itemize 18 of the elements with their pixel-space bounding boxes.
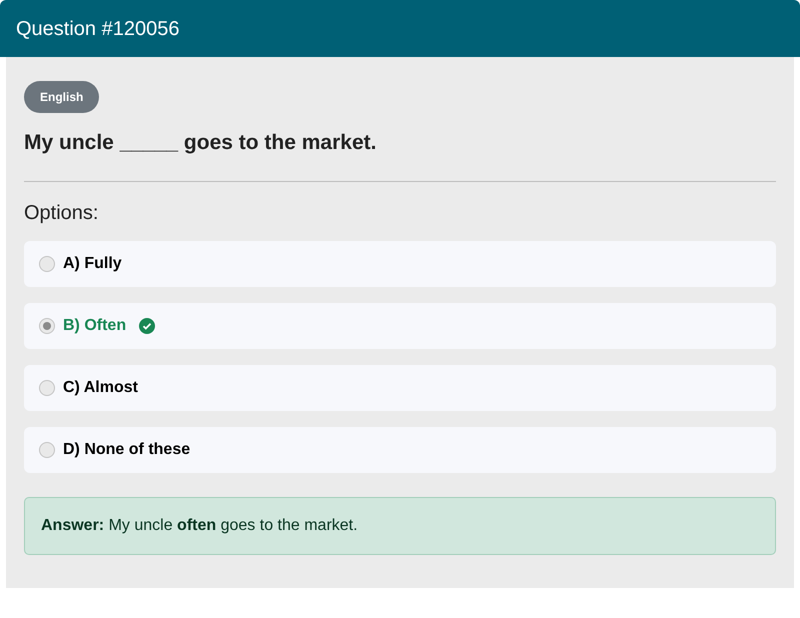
option-label: C) Almost	[63, 378, 138, 398]
option-row[interactable]: D) None of these	[24, 426, 776, 472]
radio-button[interactable]	[39, 318, 55, 334]
check-icon	[139, 318, 156, 334]
option-label: A) Fully	[63, 254, 122, 274]
option-row[interactable]: A) Fully	[24, 240, 776, 286]
radio-button[interactable]	[39, 256, 55, 272]
answer-text: Answer: My uncle often goes to the market.	[41, 516, 358, 536]
option-row[interactable]: C) Almost	[24, 364, 776, 410]
options-heading: Options:	[24, 200, 100, 226]
option-row[interactable]: B) Often	[24, 302, 776, 348]
radio-button[interactable]	[39, 380, 55, 396]
language-tag: English	[24, 81, 100, 113]
option-label: D) None of these	[63, 440, 190, 460]
option-label: B) Often	[63, 316, 126, 336]
radio-button[interactable]	[39, 442, 55, 458]
question-text: My uncle _____ goes to the market.	[24, 130, 378, 156]
question-title: Question #120056	[16, 16, 180, 42]
